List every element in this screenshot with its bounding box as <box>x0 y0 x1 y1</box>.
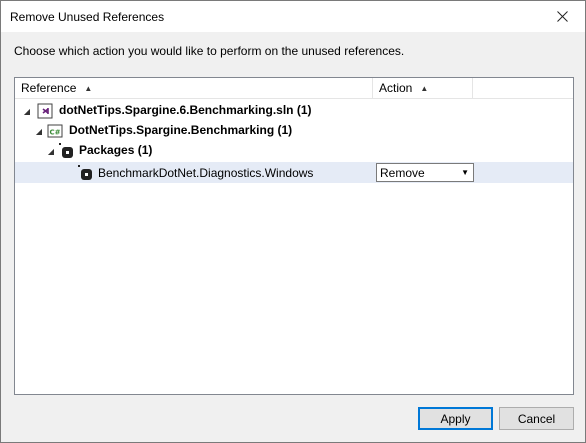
tree-row-label: Packages (1) <box>79 143 153 157</box>
csharp-project-icon: C# <box>47 124 63 138</box>
tree-row-label: BenchmarkDotNet.Diagnostics.Windows <box>98 166 314 180</box>
cancel-button[interactable]: Cancel <box>499 407 574 430</box>
remove-unused-references-dialog: Remove Unused References Choose which ac… <box>0 0 586 443</box>
column-header-reference[interactable]: Reference ▲ <box>15 78 373 99</box>
title-bar: Remove Unused References <box>1 1 585 32</box>
package-icon <box>59 143 73 158</box>
column-header-empty <box>473 78 573 99</box>
sort-ascending-icon: ▲ <box>420 83 429 93</box>
apply-button[interactable]: Apply <box>418 407 493 430</box>
tree-row-project[interactable]: ◢ C# DotNetTips.Spargine.Benchmarking (1… <box>15 120 573 141</box>
expanded-arrow-icon[interactable]: ◢ <box>34 126 44 136</box>
action-dropdown-value: Remove <box>380 165 425 180</box>
window-title: Remove Unused References <box>10 10 165 24</box>
close-button[interactable] <box>539 1 585 32</box>
solution-icon <box>37 103 53 119</box>
expanded-arrow-icon[interactable]: ◢ <box>46 146 56 156</box>
column-header-action[interactable]: Action ▲ <box>373 78 473 99</box>
package-icon <box>78 165 92 180</box>
tree-row-packages[interactable]: ◢ Packages (1) <box>15 140 573 161</box>
tree-row-label: DotNetTips.Spargine.Benchmarking (1) <box>69 123 293 137</box>
svg-text:C#: C# <box>49 129 60 137</box>
column-header-action-label: Action <box>379 81 413 95</box>
action-dropdown[interactable]: Remove ▼ <box>376 163 474 182</box>
references-tree-view[interactable]: Reference ▲ Action ▲ ◢ dotNetTips.Spargi… <box>14 77 574 395</box>
sort-ascending-icon: ▲ <box>84 83 93 93</box>
expanded-arrow-icon[interactable]: ◢ <box>22 106 32 116</box>
tree-row-solution[interactable]: ◢ dotNetTips.Spargine.6.Benchmarking.sln… <box>15 100 573 121</box>
tree-row-package-item[interactable]: BenchmarkDotNet.Diagnostics.Windows Remo… <box>15 162 573 183</box>
tree-row-label: dotNetTips.Spargine.6.Benchmarking.sln (… <box>59 103 312 117</box>
close-icon <box>556 11 568 22</box>
chevron-down-icon: ▼ <box>461 168 469 177</box>
instruction-text: Choose which action you would like to pe… <box>14 44 405 58</box>
column-header-reference-label: Reference <box>21 81 77 95</box>
